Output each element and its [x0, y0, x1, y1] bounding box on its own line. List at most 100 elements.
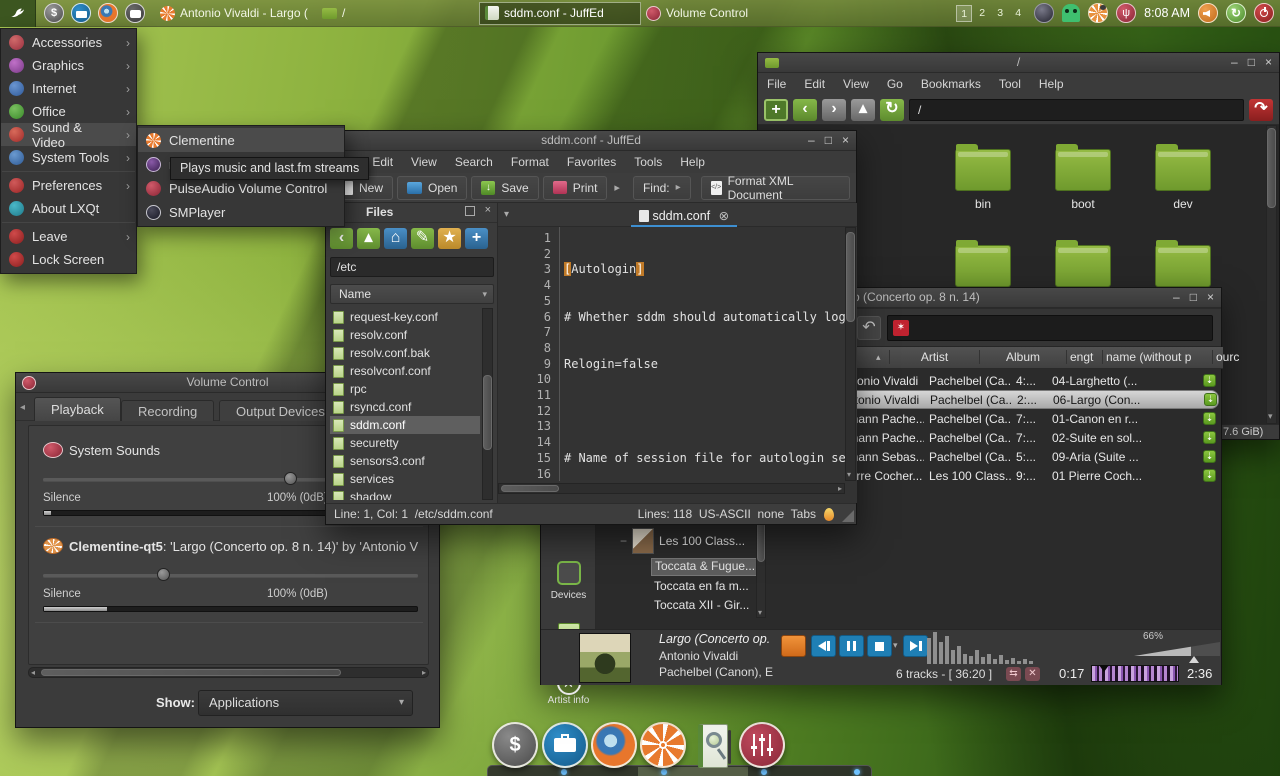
playlist-search-input[interactable]	[887, 315, 1213, 341]
file-row[interactable]: request-key.conf	[330, 308, 480, 326]
close-button[interactable]: ×	[1265, 55, 1272, 70]
file-row[interactable]: resolv.conf	[330, 326, 480, 344]
menu-file[interactable]: File	[758, 74, 795, 94]
tab-sddm-conf[interactable]: sddm.conf ⊗	[631, 205, 737, 227]
undo-icon[interactable]: ↶	[857, 316, 881, 340]
file-row[interactable]: resolvconf.conf	[330, 362, 480, 380]
folder-item[interactable]	[1155, 245, 1211, 287]
menu-item-leave[interactable]: Leave›	[1, 225, 136, 248]
scrollbar-thumb[interactable]	[846, 232, 855, 322]
tree-album-row[interactable]: − Les 100 Class...	[620, 528, 745, 554]
text-area[interactable]: [Autologin] # Whether sddm should automa…	[564, 227, 845, 481]
menu-tools[interactable]: Tools	[625, 152, 671, 172]
taskbar-button-juffed-active[interactable]: sddm.conf - JuffEd	[479, 2, 641, 25]
clock[interactable]: 8:08 AM	[1144, 6, 1190, 20]
menu-format[interactable]: Format	[502, 152, 558, 172]
file-row[interactable]: resolv.conf.bak	[330, 344, 480, 362]
juffed-titlebar[interactable]: sddm.conf - JuffEd –□×	[326, 131, 856, 151]
scroll-down-arrow[interactable]: ▾	[758, 608, 762, 617]
folder-item[interactable]	[1055, 245, 1111, 287]
submenu-item-clementine[interactable]: Clementine	[138, 128, 344, 152]
menu-item-sound-video[interactable]: Sound & Video›	[1, 123, 136, 146]
find-button[interactable]: Find:▸	[633, 176, 691, 200]
minimize-button[interactable]: –	[1231, 55, 1238, 70]
files-path-input[interactable]: /etc	[330, 257, 494, 277]
minimize-button[interactable]: –	[808, 133, 815, 148]
sort-header[interactable]: Name▾	[330, 284, 494, 304]
menu-tool[interactable]: Tool	[990, 74, 1030, 94]
scroll-right-arrow[interactable]: ▸	[422, 668, 426, 677]
volume-knob[interactable]	[1189, 656, 1199, 663]
col-source[interactable]: ourc	[1212, 350, 1276, 364]
add-icon[interactable]: +	[465, 228, 488, 249]
taskbar-button-clementine[interactable]: Antonio Vivaldi - Largo (	[155, 2, 317, 25]
menu-item-accessories[interactable]: Accessories›	[1, 31, 136, 54]
path-input[interactable]: /	[909, 99, 1244, 121]
maximize-button[interactable]: □	[1248, 55, 1255, 70]
action-button[interactable]: ↷	[1249, 99, 1273, 121]
forward-button[interactable]: ›	[822, 99, 846, 121]
scrollbar-thumb[interactable]	[1267, 128, 1276, 208]
close-button[interactable]: ×	[1207, 290, 1214, 305]
menu-favorites[interactable]: Favorites	[558, 152, 625, 172]
clementine-icon[interactable]	[640, 722, 686, 768]
menu-go[interactable]: Go	[878, 74, 912, 94]
tab-scroll-left-icon[interactable]: ◂	[20, 402, 25, 413]
menu-item-graphics[interactable]: Graphics›	[1, 54, 136, 77]
maximize-button[interactable]: □	[1190, 290, 1197, 305]
filemanager-scrollbar[interactable]: ▾	[1266, 125, 1277, 424]
dock-toggle-icon[interactable]: ▾	[504, 209, 509, 220]
up-button[interactable]: ▴	[851, 99, 875, 121]
menu-edit[interactable]: Edit	[795, 74, 834, 94]
close-panel-icon[interactable]: ×	[485, 204, 491, 216]
workspace-2[interactable]: 2	[974, 5, 990, 22]
tray-power-icon[interactable]	[1254, 3, 1274, 23]
search-clear-icon[interactable]: ✶	[893, 320, 909, 336]
file-row[interactable]: services	[330, 470, 480, 488]
editor-vscrollbar[interactable]: ▾	[845, 227, 856, 481]
tree-track-row[interactable]: Toccata en fa m...	[654, 579, 749, 593]
menu-bookmarks[interactable]: Bookmarks	[912, 74, 990, 94]
taskbar-button-volume[interactable]: Volume Control	[641, 2, 803, 25]
new-tab-button[interactable]: +	[764, 99, 788, 121]
menu-view[interactable]: View	[402, 152, 446, 172]
scroll-down-arrow[interactable]: ▾	[1268, 411, 1273, 422]
clementine-button[interactable]	[781, 635, 806, 657]
download-icon[interactable]: ⇣	[1203, 450, 1216, 463]
tray-sphere-icon[interactable]	[1034, 3, 1054, 23]
sort-arrow-icon[interactable]: ▴	[876, 352, 881, 363]
file-row[interactable]: securetty	[330, 434, 480, 452]
format-xml-button[interactable]: </>Format XML Document	[701, 176, 850, 200]
notes-launcher-icon[interactable]	[125, 3, 145, 23]
minimize-button[interactable]: –	[1173, 290, 1180, 305]
app-menu-button[interactable]	[0, 0, 36, 27]
file-row[interactable]: rsyncd.conf	[330, 398, 480, 416]
next-button[interactable]	[903, 635, 928, 657]
volume-app-icon[interactable]	[739, 722, 785, 768]
file-row[interactable]: rpc	[330, 380, 480, 398]
tray-pulseaudio-icon[interactable]: ψ	[1116, 3, 1136, 23]
submenu-item-smplayer[interactable]: SMPlayer	[138, 200, 344, 224]
collapse-icon[interactable]: −	[620, 534, 627, 548]
tray-ghost-icon[interactable]	[1062, 4, 1080, 22]
file-row-selected[interactable]: sddm.conf	[330, 416, 480, 434]
folder-item-bin[interactable]: bin	[933, 143, 1033, 211]
home-icon[interactable]: ⌂	[384, 228, 407, 249]
menu-item-about-lxqt[interactable]: About LXQt	[1, 197, 136, 220]
col-length[interactable]: engt	[1066, 350, 1099, 364]
up-icon[interactable]: ▴	[357, 228, 380, 249]
menu-item-internet[interactable]: Internet›	[1, 77, 136, 100]
sidebar-item-devices[interactable]: Devices	[541, 561, 596, 601]
juffed-desktop-icon[interactable]	[692, 722, 738, 772]
download-icon[interactable]: ⇣	[1203, 431, 1216, 444]
tray-volume-icon[interactable]	[1198, 3, 1218, 23]
file-row[interactable]: sensors3.conf	[330, 452, 480, 470]
tree-track-selected[interactable]: Toccata & Fugue...	[651, 558, 759, 576]
file-manager-icon[interactable]	[542, 722, 588, 768]
menu-search[interactable]: Search	[446, 152, 502, 172]
now-playing-art[interactable]	[579, 633, 631, 683]
shuffle-icon[interactable]: ✕	[1025, 667, 1040, 681]
reload-button[interactable]: ↻	[880, 99, 904, 121]
tray-update-icon[interactable]: ↻	[1226, 3, 1246, 23]
close-button[interactable]: ×	[842, 133, 849, 148]
